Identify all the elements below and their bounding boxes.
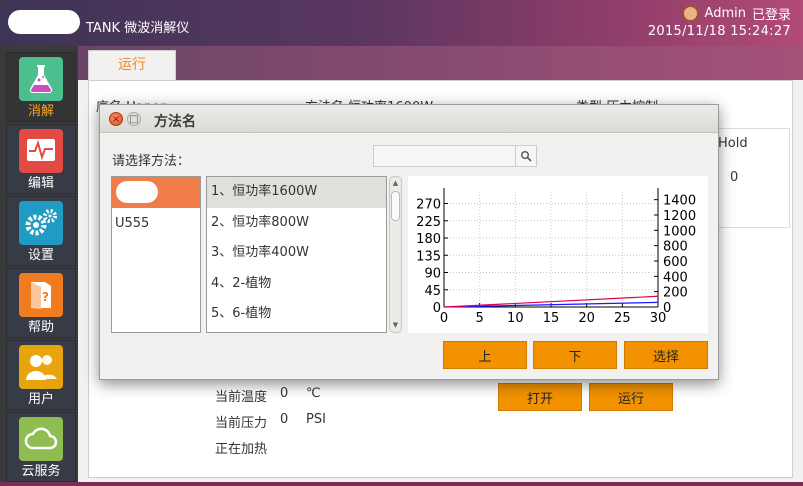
y-left-tick-label: 0 [433, 301, 441, 316]
run-button[interactable]: 运行 [589, 383, 673, 411]
current-pressure-unit: PSI [306, 412, 326, 427]
bottom-strip [0, 482, 803, 486]
scroll-up-icon[interactable]: ▲ [390, 178, 401, 189]
y-left-tick-label: 135 [416, 249, 441, 264]
select-method-label: 请选择方法： [112, 154, 191, 169]
y-right-tick-label: 200 [663, 286, 688, 301]
up-button[interactable]: 上 [443, 341, 527, 369]
method-chart-svg: 0 5 10 15 20 25 300459013518022527002004006008… [416, 188, 696, 326]
close-icon[interactable]: × [109, 112, 123, 126]
y-left-tick-label: 270 [416, 198, 441, 213]
sidebar-item-help[interactable]: ? 帮助 [6, 268, 76, 338]
category-list: U555 [111, 176, 201, 333]
scroll-thumb[interactable] [391, 191, 400, 221]
method-item[interactable]: 3、恒功率400W [207, 238, 386, 269]
y-left-tick-label: 90 [424, 267, 441, 282]
sidebar: 消解 编辑 设置 ? 帮助 用户 云服务 [0, 46, 78, 486]
method-list-scrollbar[interactable]: ▲ ▼ [389, 176, 402, 333]
x-tick-label: 15 [543, 311, 560, 326]
maximize-icon[interactable]: □ [127, 112, 141, 126]
app-title: TANK 微波消解仪 [86, 21, 190, 36]
method-list: 1、恒功率1600W 2、恒功率800W 3、恒功率400W 4、2-植物 5、… [206, 176, 387, 333]
category-label-redacted [116, 181, 158, 203]
title-bar: TANK 微波消解仪 Admin 已登录 2015/11/18 15:24:27 [0, 0, 803, 46]
current-pressure-label: 当前压力 [215, 416, 268, 431]
search-input[interactable] [373, 145, 515, 167]
tab-run[interactable]: 运行 [88, 50, 176, 80]
method-item[interactable]: 4、2-植物 [207, 269, 386, 300]
waveform-edit-icon [19, 129, 63, 173]
current-temp-value: 0 [280, 386, 289, 401]
status-text: 正在加热 [215, 442, 268, 457]
flask-icon [19, 57, 63, 101]
sidebar-item-label: 设置 [27, 248, 54, 263]
cloud-icon [19, 417, 63, 461]
y-right-tick-label: 0 [663, 301, 671, 316]
sidebar-item-settings[interactable]: 设置 [6, 196, 76, 266]
x-tick-label: 20 [578, 311, 595, 326]
sidebar-item-cloud[interactable]: 云服务 [6, 412, 76, 482]
dialog-title: 方法名 [154, 114, 196, 130]
open-button[interactable]: 打开 [498, 383, 582, 411]
sidebar-item-label: 编辑 [27, 176, 54, 191]
user-name[interactable]: Admin [705, 6, 746, 21]
search-button[interactable] [515, 145, 537, 167]
users-icon [19, 345, 63, 389]
sidebar-item-label: 帮助 [27, 320, 54, 335]
y-right-tick-label: 400 [663, 270, 688, 285]
method-chart: 0 5 10 15 20 25 30 0 45 90 135 180 225 270 0 200 400 600 8… [408, 176, 708, 333]
method-item[interactable]: 2、恒功率800W [207, 208, 386, 239]
method-dialog: × □ 方法名 请选择方法： U555 1、恒功率1600W 2、恒功率800W… [99, 104, 719, 380]
current-temp-label: 当前温度 [215, 390, 268, 405]
hold-value: 0 [730, 170, 739, 185]
hold-label: Hold [718, 136, 748, 151]
user-avatar-icon[interactable] [681, 4, 699, 22]
y-right-tick-label: 1000 [663, 224, 696, 239]
sidebar-item-users[interactable]: 用户 [6, 340, 76, 410]
method-item[interactable]: 1、恒功率1600W [207, 177, 386, 208]
help-book-icon: ? [19, 273, 63, 317]
x-tick-label: 5 [476, 311, 484, 326]
category-item[interactable]: U555 [112, 208, 200, 239]
y-left-tick-label: 45 [424, 284, 441, 299]
method-item[interactable]: 5、6-植物 [207, 299, 386, 330]
down-button[interactable]: 下 [533, 341, 617, 369]
sidebar-item-label: 消解 [27, 104, 54, 119]
select-button[interactable]: 选择 [624, 341, 708, 369]
tab-strip: 运行 [78, 46, 803, 80]
y-left-tick-label: 180 [416, 232, 441, 247]
sidebar-item-label: 用户 [27, 392, 54, 407]
user-area: Admin 已登录 2015/11/18 15:24:27 [648, 4, 791, 39]
category-item-selected[interactable] [112, 177, 200, 208]
y-right-tick-label: 800 [663, 240, 688, 255]
dialog-header: × □ 方法名 [100, 105, 718, 133]
login-status: 已登录 [751, 7, 791, 23]
y-right-tick-label: 600 [663, 255, 688, 270]
search-icon [521, 151, 532, 162]
sidebar-item-digest[interactable]: 消解 [6, 52, 76, 122]
svg-text:?: ? [42, 290, 49, 304]
x-tick-label: 10 [507, 311, 524, 326]
datetime: 2015/11/18 15:24:27 [647, 24, 791, 39]
x-tick-label: 25 [614, 311, 631, 326]
gears-icon [19, 201, 63, 245]
current-temp-unit: ℃ [306, 386, 321, 401]
x-tick-label: 0 [440, 311, 448, 326]
scroll-down-icon[interactable]: ▼ [390, 320, 401, 331]
y-right-tick-label: 1200 [663, 209, 696, 224]
app-logo [8, 10, 80, 34]
sidebar-item-edit[interactable]: 编辑 [6, 124, 76, 194]
sidebar-item-label: 云服务 [21, 464, 61, 479]
y-left-tick-label: 225 [416, 215, 441, 230]
y-right-tick-label: 1400 [663, 194, 696, 209]
current-pressure-value: 0 [280, 412, 289, 427]
